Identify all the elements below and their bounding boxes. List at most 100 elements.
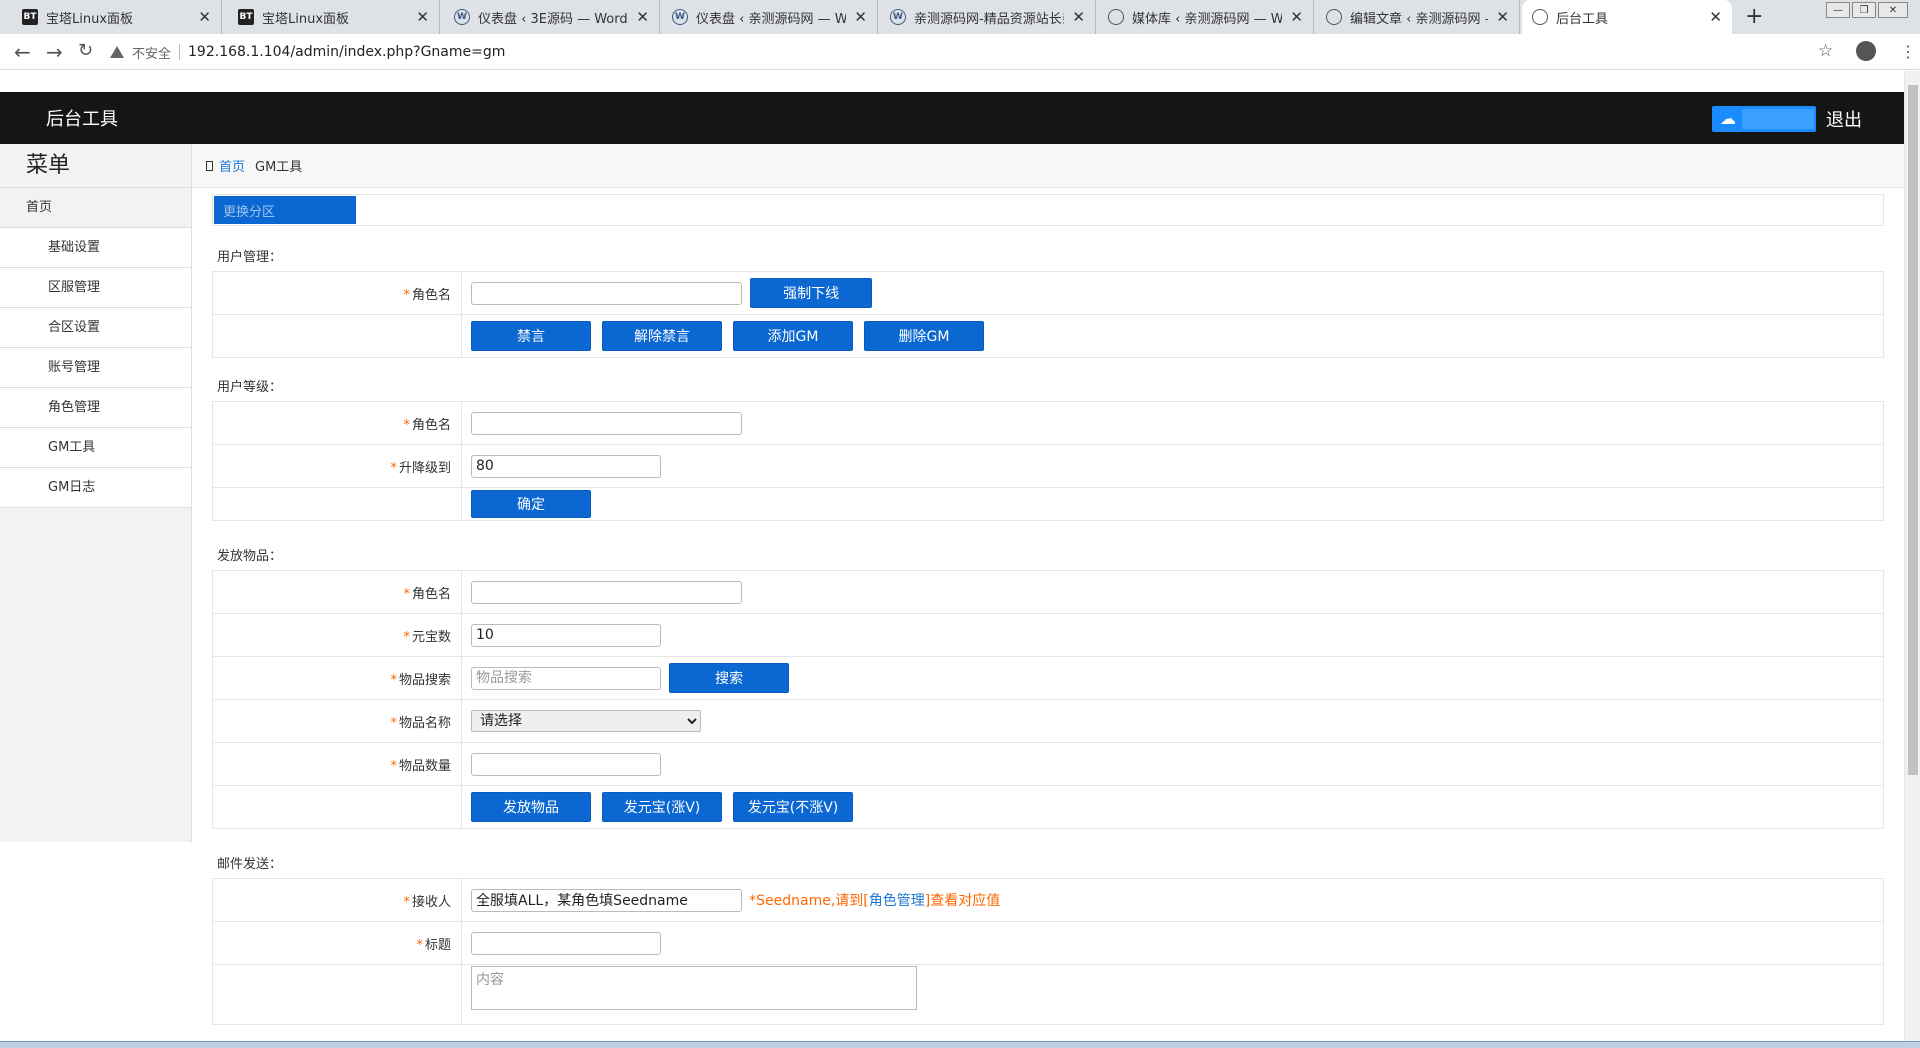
home-icon — [206, 160, 213, 171]
form-control-cell: *Seedname,请到[角色管理]查看对应值 — [461, 878, 1884, 922]
reload-icon[interactable]: ↻ — [78, 40, 93, 61]
role-manage-link[interactable]: 角色管理 — [869, 893, 925, 909]
close-icon[interactable]: ✕ — [1496, 8, 1509, 26]
mute-button[interactable]: 禁言 — [471, 321, 591, 351]
mail-subject-input[interactable] — [471, 931, 661, 955]
level-role-name-input[interactable] — [471, 411, 742, 435]
sidebar-item-basic-settings[interactable]: 基础设置 — [0, 228, 191, 268]
form-label — [212, 785, 462, 829]
page-scrollbar[interactable] — [1904, 71, 1920, 1041]
tab-title: 仪表盘 ‹ 亲测源码网 — WordPress — [696, 11, 847, 27]
label-text: 角色名 — [411, 586, 451, 602]
bt-icon: BT — [238, 9, 254, 25]
section-title-mail: 邮件发送： — [217, 857, 283, 872]
item-search-input[interactable] — [471, 666, 661, 690]
browser-tab[interactable]: BT 宝塔Linux面板 ✕ — [12, 0, 222, 34]
back-icon[interactable]: ← — [14, 40, 31, 64]
page-viewport: 后台工具 ☁ 退出 菜单 首页 基础设置 区服管理 合区设置 账号管理 角色管理… — [0, 71, 1904, 1041]
user-badge[interactable]: ☁ — [1712, 106, 1816, 132]
cloud-icon: ☁ — [1720, 109, 1736, 128]
form-label: * 角色名 — [212, 401, 462, 445]
browser-tab-active[interactable]: 后台工具 ✕ — [1522, 0, 1732, 34]
browser-tab[interactable]: W 仪表盘 ‹ 亲测源码网 — WordPress ✕ — [662, 0, 878, 34]
change-zone-button[interactable]: 更换分区 — [214, 196, 356, 224]
send-yuanbao-vip-button[interactable]: 发元宝(涨V) — [602, 792, 722, 822]
add-gm-button[interactable]: 添加GM — [733, 321, 853, 351]
minimize-icon[interactable]: — — [1826, 2, 1850, 18]
sidebar-item-role-manage[interactable]: 角色管理 — [0, 388, 191, 428]
restore-icon[interactable]: ❐ — [1852, 2, 1876, 18]
label-text: 标题 — [424, 937, 451, 953]
bookmark-star-icon[interactable]: ☆ — [1818, 41, 1833, 61]
browser-tab-strip: BT 宝塔Linux面板 ✕ BT 宝塔Linux面板 ✕ W 仪表盘 ‹ 3E… — [0, 0, 1920, 34]
breadcrumb-home-link[interactable]: 首页 — [219, 156, 245, 175]
omnibox[interactable]: 不安全 192.168.1.104/admin/index.php?Gname=… — [110, 39, 1830, 65]
scrollbar-thumb[interactable] — [1908, 85, 1918, 775]
section-title-send-items: 发放物品： — [217, 549, 283, 564]
close-icon[interactable]: ✕ — [1709, 8, 1722, 26]
insecure-label[interactable]: 不安全 — [132, 43, 171, 62]
yuanbao-amount-input[interactable] — [471, 623, 661, 647]
items-role-name-input[interactable] — [471, 580, 742, 604]
remove-gm-button[interactable]: 删除GM — [864, 321, 984, 351]
item-name-select[interactable]: 请选择 — [471, 710, 701, 732]
url-text[interactable]: 192.168.1.104/admin/index.php?Gname=gm — [188, 44, 505, 60]
close-icon[interactable]: ✕ — [416, 8, 429, 26]
form-control-cell — [461, 613, 1884, 657]
send-items-form: *角色名 *元宝数 *物品搜索 搜索 *物品名称 请选择 — [212, 570, 1884, 829]
sidebar-item-server-manage[interactable]: 区服管理 — [0, 268, 191, 308]
omnibox-separator — [179, 44, 181, 60]
label-text: 角色名 — [411, 417, 451, 433]
label-text: 角色名 — [411, 287, 451, 303]
form-row: * 标题 — [212, 921, 1884, 965]
item-search-button[interactable]: 搜索 — [669, 663, 790, 693]
sidebar: 菜单 首页 基础设置 区服管理 合区设置 账号管理 角色管理 GM工具 GM日志 — [0, 144, 192, 842]
browser-tab[interactable]: 媒体库 ‹ 亲测源码网 — WordPress ✕ — [1098, 0, 1314, 34]
sidebar-item-gm-log[interactable]: GM日志 — [0, 468, 191, 508]
target-level-input[interactable] — [471, 454, 661, 478]
user-level-form: *角色名 *升降级到 确定 — [212, 401, 1884, 521]
browser-tab[interactable]: BT 宝塔Linux面板 ✕ — [228, 0, 440, 34]
unmute-button[interactable]: 解除禁言 — [602, 321, 722, 351]
close-icon[interactable]: ✕ — [636, 8, 649, 26]
browser-tab[interactable]: W 仪表盘 ‹ 3E源码 — WordPress ✕ — [444, 0, 660, 34]
close-icon[interactable]: ✕ — [198, 8, 211, 26]
mail-receiver-input[interactable] — [471, 888, 742, 912]
new-tab-icon[interactable]: + — [1745, 4, 1763, 29]
form-control-cell — [461, 921, 1884, 965]
breadcrumb-current: GM工具 — [255, 160, 303, 175]
item-quantity-input[interactable] — [471, 752, 661, 776]
sidebar-item-account-manage[interactable]: 账号管理 — [0, 348, 191, 388]
confirm-level-button[interactable]: 确定 — [471, 490, 591, 518]
main-content: 更换分区 用户管理： * 角色名 强制下线 禁言 解除禁言 添加GM 删除GM 用户等级… — [212, 194, 1884, 1025]
force-offline-button[interactable]: 强制下线 — [750, 278, 873, 308]
close-icon[interactable]: ✕ — [1290, 8, 1303, 26]
os-taskbar — [0, 1041, 1920, 1048]
required-mark: * — [390, 758, 397, 774]
sidebar-item-gm-tools[interactable]: GM工具 — [0, 428, 191, 468]
sidebar-item-merge-settings[interactable]: 合区设置 — [0, 308, 191, 348]
wordpress-icon: W — [890, 9, 906, 25]
send-item-button[interactable]: 发放物品 — [471, 792, 591, 822]
account-icon[interactable] — [1856, 41, 1876, 61]
send-yuanbao-novip-button[interactable]: 发元宝(不涨V) — [733, 792, 853, 822]
mail-content-textarea[interactable] — [471, 966, 917, 1010]
required-mark: * — [416, 937, 423, 953]
close-icon[interactable]: ✕ — [854, 8, 867, 26]
browser-menu-icon[interactable]: ⋮ — [1900, 42, 1916, 61]
close-icon[interactable]: ✕ — [1072, 8, 1085, 26]
form-label: * 元宝数 — [212, 613, 462, 657]
window-close-icon[interactable]: ✕ — [1878, 2, 1908, 18]
section-title-user-level: 用户等级： — [217, 380, 283, 395]
sidebar-item-home[interactable]: 首页 — [0, 188, 191, 228]
role-name-input[interactable] — [471, 281, 742, 305]
form-label: * 物品搜索 — [212, 656, 462, 700]
browser-tab[interactable]: W 亲测源码网-精品资源站长亲测 ✕ — [880, 0, 1096, 34]
form-label: * 角色名 — [212, 570, 462, 614]
forward-icon[interactable]: → — [46, 40, 63, 64]
form-label: * 标题 — [212, 921, 462, 965]
form-control-cell — [461, 444, 1884, 488]
logout-link[interactable]: 退出 — [1826, 106, 1862, 132]
required-mark: * — [403, 586, 410, 602]
browser-tab[interactable]: 编辑文章 ‹ 亲测源码网 — WordPress ✕ — [1316, 0, 1520, 34]
